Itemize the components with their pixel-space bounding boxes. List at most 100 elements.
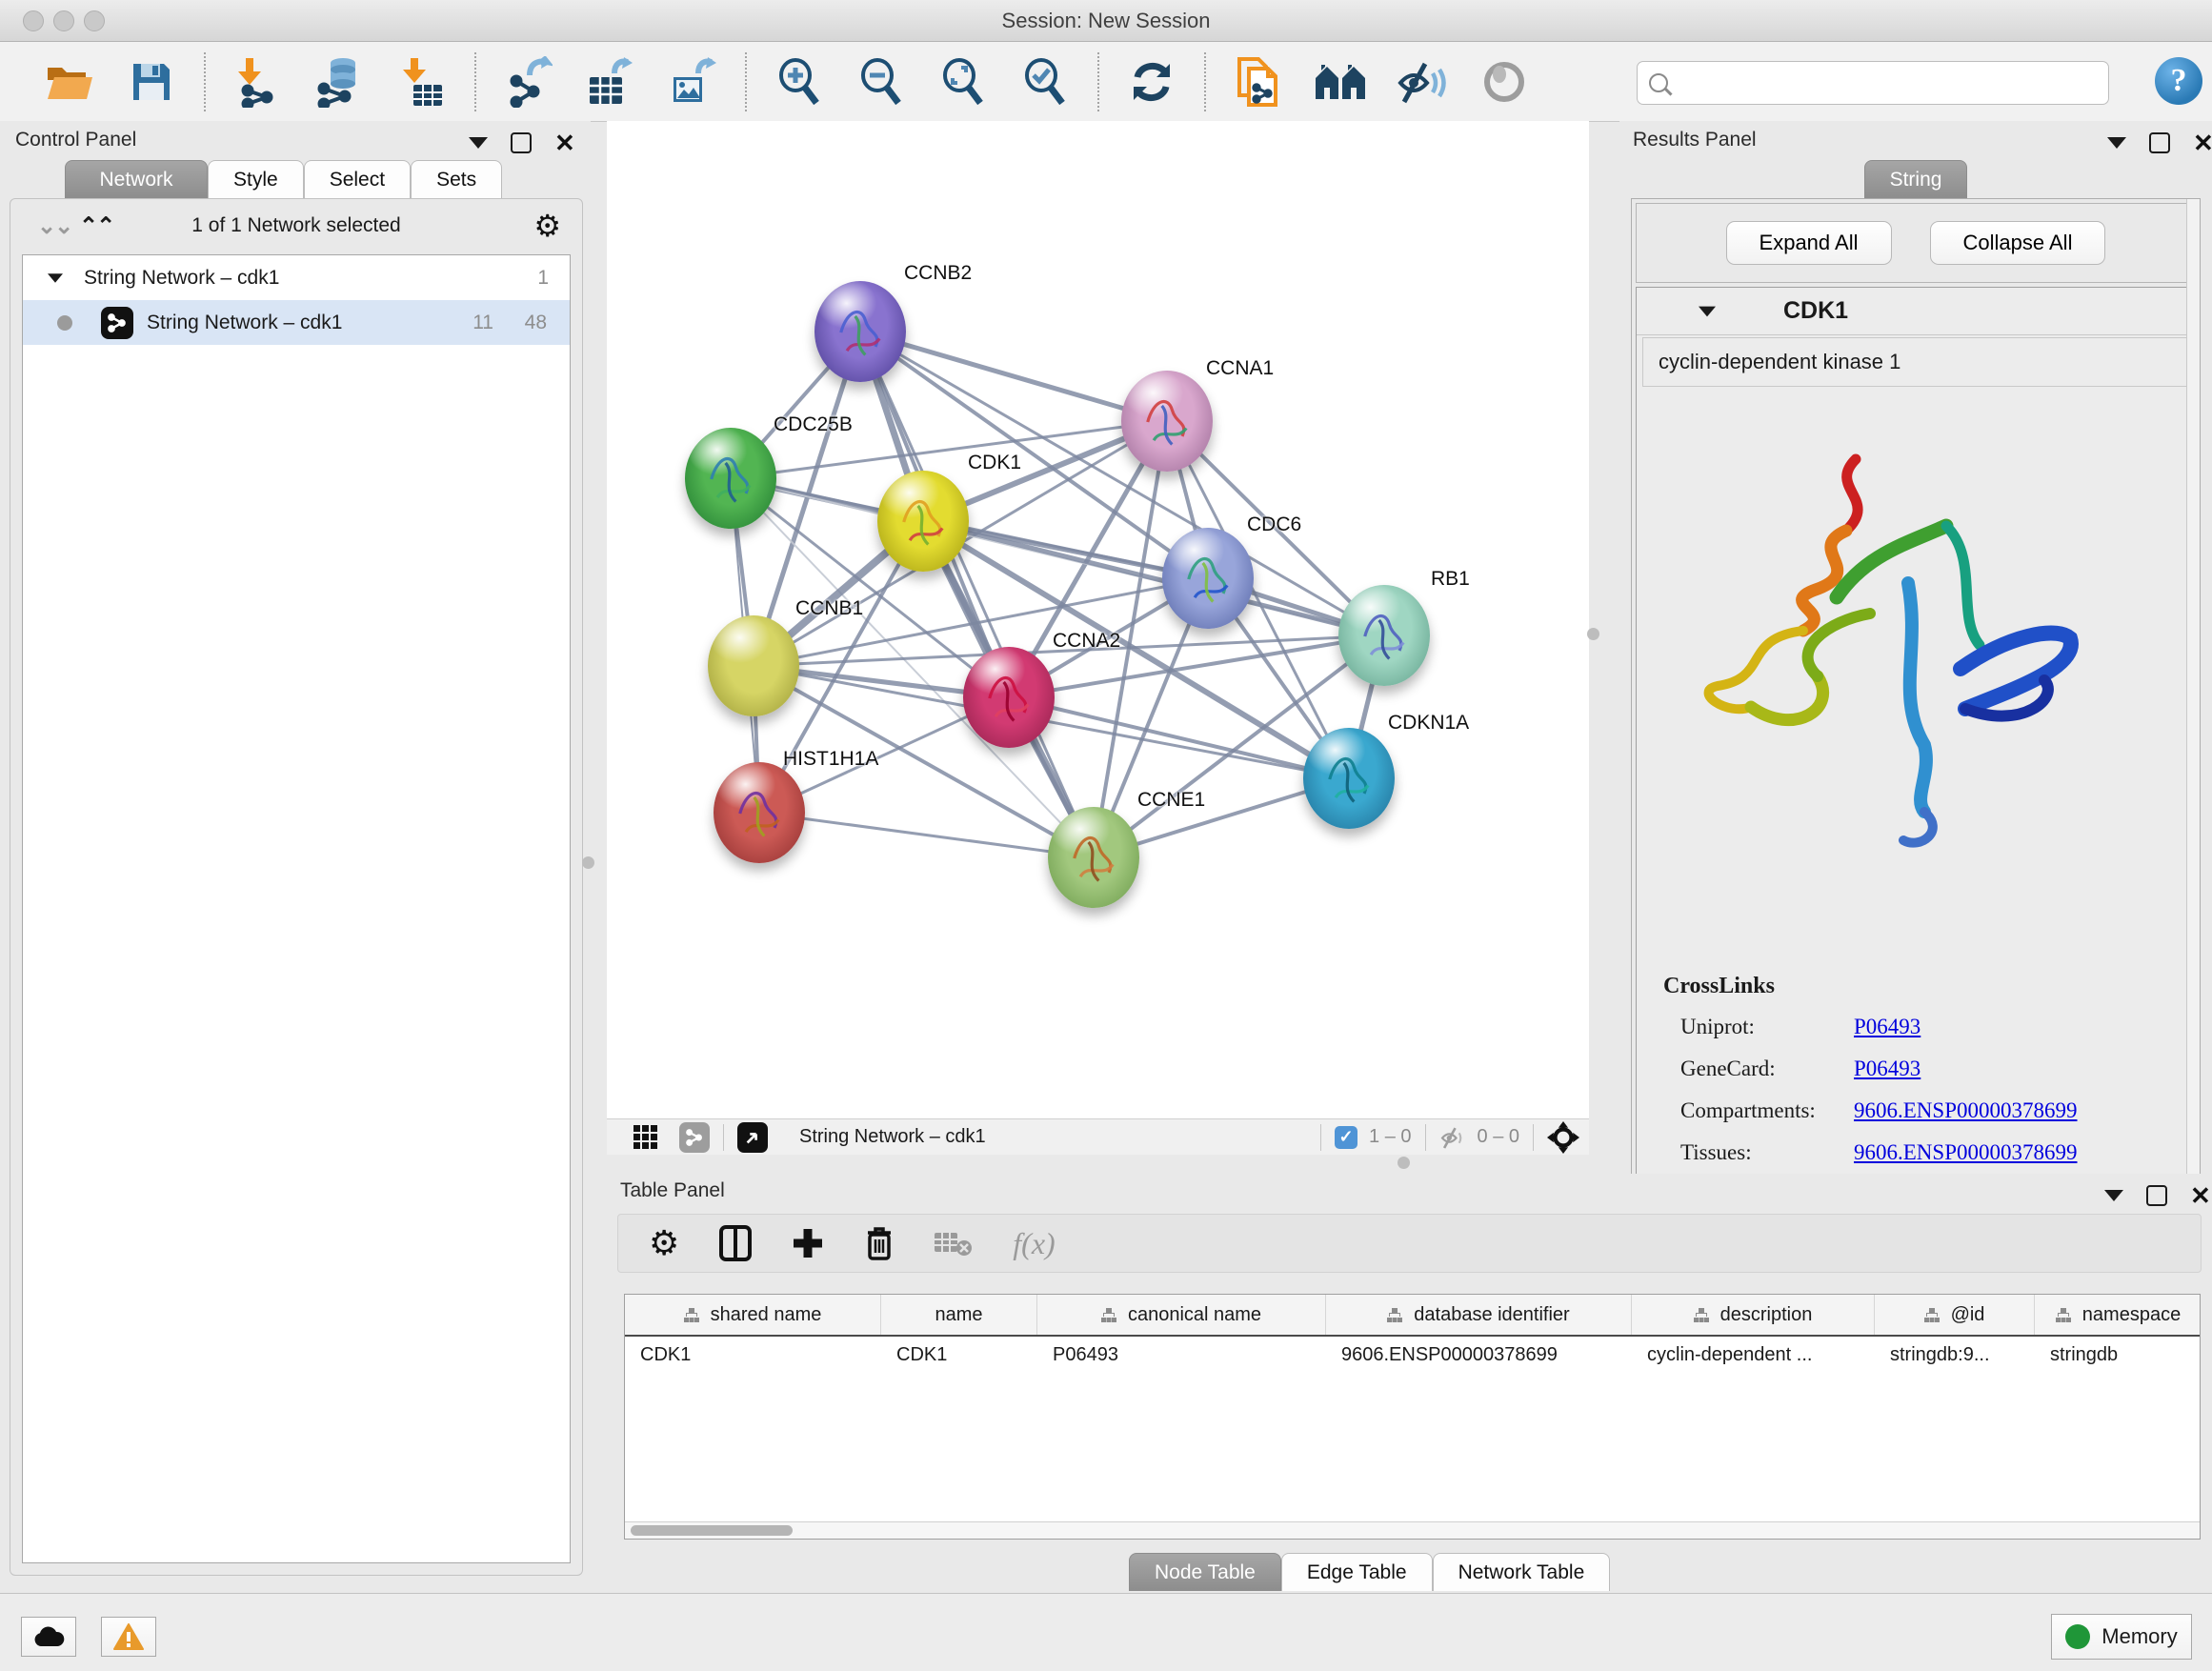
cloud-status-button[interactable]	[21, 1617, 76, 1657]
function-builder-icon[interactable]: f(x)	[1013, 1226, 1055, 1261]
panel-menu-icon[interactable]	[469, 137, 488, 149]
grid-view-icon[interactable]	[633, 1125, 658, 1150]
warning-button[interactable]	[101, 1617, 156, 1657]
right-splitter-handle[interactable]	[1587, 628, 1599, 640]
tab-network[interactable]: Network	[65, 160, 208, 198]
refresh-icon[interactable]	[1125, 55, 1178, 109]
help-icon[interactable]: ?	[2155, 57, 2202, 105]
panel-close-icon[interactable]: ✕	[2193, 132, 2212, 153]
tab-style[interactable]: Style	[208, 160, 304, 198]
clone-network-icon[interactable]	[1232, 55, 1285, 109]
save-session-icon[interactable]	[125, 55, 178, 109]
toolbar-separator	[1204, 52, 1206, 111]
birds-eye-view-icon[interactable]	[737, 1122, 768, 1153]
hscroll-thumb[interactable]	[631, 1525, 793, 1536]
table-hscrollbar[interactable]	[625, 1521, 2200, 1539]
open-session-icon[interactable]	[43, 55, 96, 109]
crosslink-link[interactable]: 9606.ENSP00000378699	[1854, 1140, 2078, 1165]
panel-menu-icon[interactable]	[2104, 1190, 2123, 1201]
table-cell[interactable]: stringdb	[2035, 1337, 2201, 1379]
tab-select[interactable]: Select	[304, 160, 411, 198]
graph-node-cdkn1a[interactable]	[1303, 728, 1395, 829]
crosslink-link[interactable]: 9606.ENSP00000378699	[1854, 1098, 2078, 1123]
zoom-in-icon[interactable]	[773, 55, 826, 109]
graph-node-ccna1[interactable]	[1121, 371, 1213, 472]
graph-node-ccnb1[interactable]	[708, 615, 799, 716]
expand-all-button[interactable]: Expand All	[1726, 221, 1892, 265]
tab-network-table[interactable]: Network Table	[1433, 1553, 1611, 1591]
table-settings-gear-icon[interactable]: ⚙	[649, 1223, 679, 1263]
table-cell[interactable]: 9606.ENSP00000378699	[1326, 1337, 1632, 1379]
graph-node-ccne1[interactable]	[1048, 807, 1139, 908]
panel-close-icon[interactable]: ✕	[2190, 1185, 2211, 1206]
show-selected-icon[interactable]	[1478, 55, 1531, 109]
graph-node-label: CCNE1	[1137, 789, 1205, 812]
column-header-namespace[interactable]: namespace	[2035, 1295, 2201, 1335]
graph-node-ccnb2[interactable]	[814, 281, 906, 382]
export-image-icon[interactable]	[666, 55, 719, 109]
column-header-name[interactable]: name	[881, 1295, 1037, 1335]
network-row[interactable]: String Network – cdk1 11 48	[23, 300, 570, 345]
column-header-shared-name[interactable]: shared name	[625, 1295, 881, 1335]
show-all-windows-icon[interactable]	[1314, 55, 1367, 109]
graph-node-label: CDC25B	[774, 413, 853, 436]
collection-expand-icon[interactable]	[48, 273, 63, 283]
zoom-fit-icon[interactable]	[936, 55, 990, 109]
tab-edge-table[interactable]: Edge Table	[1281, 1553, 1433, 1591]
network-canvas[interactable]: CCNB2CCNA1CDC25BCDK1CDC6RB1CCNB1CCNA2CDK…	[607, 121, 1589, 1118]
table-cell[interactable]: CDK1	[625, 1337, 881, 1379]
zoom-selected-icon[interactable]	[1018, 55, 1072, 109]
table-cell[interactable]: stringdb:9...	[1875, 1337, 2035, 1379]
selected-checkbox-icon[interactable]: ✓	[1335, 1126, 1357, 1149]
fit-selected-crosshair-icon[interactable]	[1547, 1121, 1579, 1154]
memory-button[interactable]: Memory	[2051, 1614, 2192, 1660]
entry-collapse-icon[interactable]	[1699, 306, 1716, 316]
column-header-database-identifier[interactable]: database identifier	[1326, 1295, 1632, 1335]
graph-node-cdk1[interactable]	[877, 471, 969, 572]
graph-node-hist1h1a[interactable]	[714, 762, 805, 863]
network-overview-icon[interactable]	[679, 1122, 710, 1153]
graph-node-cdc6[interactable]	[1162, 528, 1254, 629]
hide-selected-icon[interactable]	[1396, 55, 1449, 109]
tab-sets[interactable]: Sets	[411, 160, 502, 198]
graph-node-ccna2[interactable]	[963, 647, 1055, 748]
toolbar-search[interactable]	[1637, 61, 2109, 105]
tab-string[interactable]: String	[1864, 160, 1968, 198]
add-column-icon[interactable]	[792, 1227, 824, 1259]
table-cell[interactable]: cyclin-dependent ...	[1632, 1337, 1875, 1379]
delete-column-icon[interactable]	[864, 1225, 895, 1261]
panel-float-icon[interactable]	[2146, 1185, 2167, 1206]
crosslinks-title: CrossLinks	[1663, 974, 2166, 999]
import-network-database-icon[interactable]	[313, 55, 367, 109]
network-collection-row[interactable]: String Network – cdk1 1	[23, 255, 570, 300]
panel-close-icon[interactable]: ✕	[554, 132, 575, 153]
panel-float-icon[interactable]	[511, 132, 532, 153]
table-cell[interactable]: P06493	[1037, 1337, 1326, 1379]
graph-node-rb1[interactable]	[1338, 585, 1430, 686]
graph-node-cdc25b[interactable]	[685, 428, 776, 529]
column-header-description[interactable]: description	[1632, 1295, 1875, 1335]
table-cell[interactable]: CDK1	[881, 1337, 1037, 1379]
crosslink-link[interactable]: P06493	[1854, 1057, 1920, 1081]
left-splitter-handle[interactable]	[582, 856, 594, 869]
zoom-out-icon[interactable]	[855, 55, 908, 109]
import-table-file-icon[interactable]	[395, 55, 449, 109]
column-header-canonical-name[interactable]: canonical name	[1037, 1295, 1326, 1335]
import-network-file-icon[interactable]	[231, 55, 285, 109]
export-network-icon[interactable]	[502, 55, 555, 109]
gene-entry-card: CDK1 cyclin-dependent kinase 1	[1636, 287, 2196, 1206]
export-table-icon[interactable]	[584, 55, 637, 109]
table-row[interactable]: CDK1CDK1P064939606.ENSP00000378699cyclin…	[625, 1337, 2200, 1379]
show-columns-icon[interactable]	[719, 1225, 752, 1261]
tab-node-table[interactable]: Node Table	[1129, 1553, 1281, 1591]
results-scrollbar[interactable]	[2186, 199, 2200, 1225]
column-header--id[interactable]: @id	[1875, 1295, 2035, 1335]
panel-menu-icon[interactable]	[2107, 137, 2126, 149]
search-input[interactable]	[1668, 65, 2108, 101]
crosslink-link[interactable]: P06493	[1854, 1015, 1920, 1039]
collapse-all-button[interactable]: Collapse All	[1930, 221, 2106, 265]
bottom-splitter-handle[interactable]	[1398, 1157, 1410, 1169]
delete-table-icon[interactable]	[935, 1229, 973, 1258]
network-options-gear-icon[interactable]: ⚙	[533, 208, 561, 244]
panel-float-icon[interactable]	[2149, 132, 2170, 153]
